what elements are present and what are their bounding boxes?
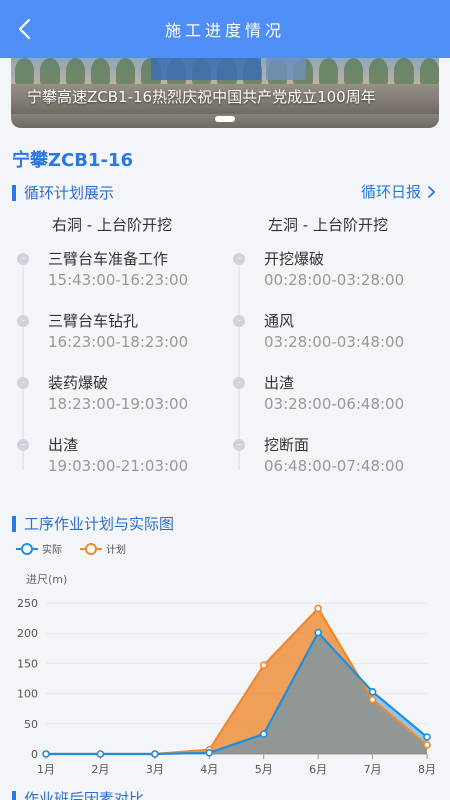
timeline-dot-icon (233, 377, 245, 389)
y-tick-label: 50 (24, 718, 38, 731)
x-tick-label: 8月 (418, 763, 436, 776)
y-tick-label: 250 (17, 597, 38, 610)
x-tick-label: 1月 (37, 763, 55, 776)
carousel-indicator[interactable] (215, 116, 235, 122)
data-point-plan (423, 741, 431, 749)
data-point-actual (423, 733, 431, 741)
step-time: 18:23:00-19:03:00 (48, 395, 189, 413)
section-title: 作业班后因素对比 (24, 790, 145, 800)
legend-actual[interactable]: 实际 (16, 541, 62, 556)
page-title: 施工进度情况 (164, 21, 285, 40)
x-tick-label: 2月 (91, 763, 109, 776)
step-name: 开挖爆破 (264, 250, 325, 268)
timeline-dot-icon (233, 315, 245, 327)
y-tick-label: 100 (17, 688, 38, 701)
step-name: 出渣 (48, 436, 79, 454)
timeline-dot-icon (17, 253, 29, 265)
data-point-actual (42, 750, 50, 758)
step-name: 三臂台车准备工作 (48, 250, 169, 268)
timeline-dot-icon (17, 439, 29, 451)
step-name: 挖断面 (264, 436, 310, 454)
banner-image[interactable]: 宁攀高速ZCB1-16热烈庆祝中国共产党成立100周年 (11, 58, 439, 128)
step-time: 03:28:00-03:48:00 (264, 333, 405, 351)
legend-line-icon (16, 542, 38, 555)
step-time: 15:43:00-16:23:00 (48, 271, 189, 289)
timeline-dot-icon (233, 253, 245, 265)
chevron-left-icon[interactable] (14, 17, 38, 41)
section-title: 循环计划展示 (24, 184, 115, 202)
y-axis-label: 进尺(m) (26, 573, 67, 586)
chevron-right-icon (428, 185, 436, 198)
legend-plan[interactable]: 计划 (80, 541, 126, 556)
x-tick-label: 7月 (364, 763, 382, 776)
next-section-header: 作业班后因素对比 (12, 788, 144, 800)
data-point-actual (96, 750, 105, 758)
process-chart: 进尺(m) 0 50 100 150 200 250 1月 2月 3月 4月 5月 6月 7月 8月 (17, 573, 436, 776)
timeline-dot-icon (233, 439, 245, 451)
top-bar: 施工进度情况 (0, 0, 450, 58)
y-tick-label: 200 (17, 627, 38, 640)
step-time: 19:03:00-21:03:00 (48, 457, 189, 475)
process-section-header: 工序作业计划与实际图 (12, 513, 174, 534)
data-point-plan (368, 695, 377, 704)
cycle-daily-report-link[interactable]: 循环日报 (361, 181, 436, 202)
x-tick-label: 3月 (146, 763, 164, 776)
y-tick-label: 150 (17, 657, 38, 670)
data-point-actual (368, 687, 377, 696)
step-name: 三臂台车钻孔 (48, 312, 139, 330)
cycle-section-header: 循环计划展示 (12, 182, 114, 203)
banner-building (151, 58, 261, 80)
timeline-dot-icon (17, 377, 29, 389)
x-tick-label: 4月 (200, 763, 218, 776)
step-time: 00:28:00-03:28:00 (264, 271, 405, 289)
step-name: 装药爆破 (48, 374, 109, 392)
data-point-actual (259, 730, 268, 738)
step-time: 16:23:00-18:23:00 (48, 333, 189, 351)
x-tick-label: 6月 (309, 763, 327, 776)
project-name: 宁攀ZCB1-16 (12, 150, 134, 171)
banner-caption: 宁攀高速ZCB1-16热烈庆祝中国共产党成立100周年 (27, 88, 376, 106)
legend-line-icon (80, 542, 102, 555)
right-tunnel-heading: 右洞 - 上台阶开挖 (52, 216, 172, 234)
y-tick-label: 0 (31, 748, 38, 761)
step-name: 出渣 (264, 374, 295, 392)
x-tick-label: 5月 (255, 763, 273, 776)
data-point-plan (314, 604, 322, 613)
timeline-dot-icon (17, 315, 29, 327)
data-point-actual (205, 748, 214, 757)
step-name: 通风 (264, 312, 295, 330)
data-point-actual (151, 750, 159, 758)
banner-building (266, 58, 306, 80)
section-title: 工序作业计划与实际图 (24, 515, 175, 533)
left-tunnel-heading: 左洞 - 上台阶开挖 (268, 216, 388, 234)
step-time: 03:28:00-06:48:00 (264, 395, 405, 413)
data-point-actual (314, 628, 322, 637)
step-time: 06:48:00-07:48:00 (264, 457, 405, 475)
data-point-plan (259, 661, 268, 670)
